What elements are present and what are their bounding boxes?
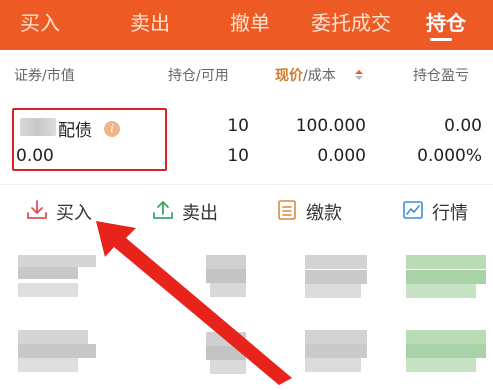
annotation-arrow — [96, 221, 292, 385]
